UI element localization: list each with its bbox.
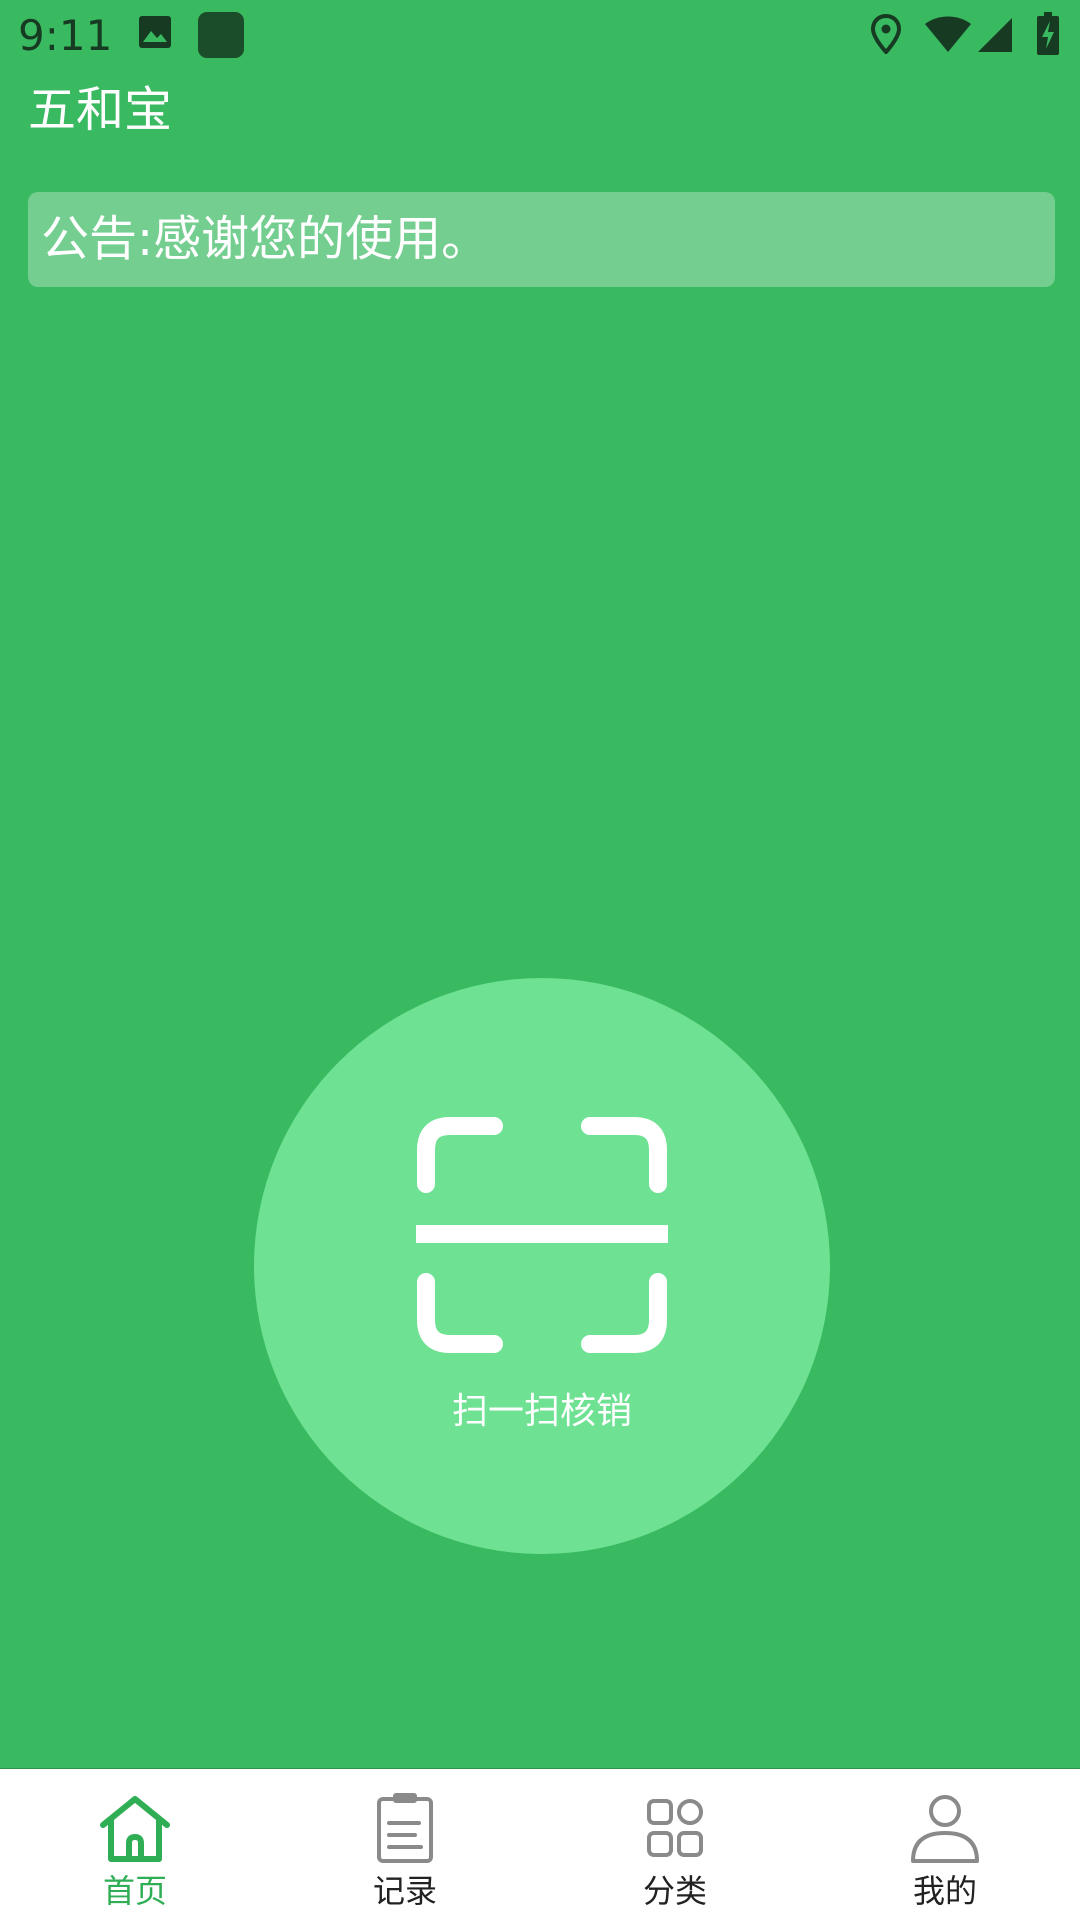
signal-icon: [978, 18, 1012, 52]
bottom-nav: 首页 记录 分类 我的: [0, 1768, 1080, 1920]
clipboard-icon: [377, 1793, 433, 1863]
tab-records[interactable]: 记录: [270, 1769, 540, 1920]
wifi-icon: [925, 16, 971, 52]
tab-mine-label: 我的: [912, 1872, 977, 1910]
category-grid-icon: [647, 1799, 703, 1857]
tab-category[interactable]: 分类: [540, 1769, 810, 1920]
location-icon: [870, 14, 902, 54]
tab-home[interactable]: 首页: [0, 1769, 270, 1920]
app-title: 五和宝: [28, 82, 173, 138]
app-square-icon: [198, 12, 244, 58]
status-bar: 9:11: [0, 0, 1080, 72]
tab-home-label: 首页: [102, 1872, 167, 1910]
scan-button[interactable]: 扫一扫核销: [254, 978, 830, 1554]
status-time: 9:11: [18, 11, 113, 60]
user-icon: [911, 1795, 979, 1863]
battery-charging-icon: [1037, 12, 1059, 55]
image-icon: [139, 16, 171, 48]
home-icon: [100, 1796, 170, 1862]
tab-category-label: 分类: [642, 1872, 707, 1910]
scan-icon: [416, 1117, 668, 1353]
tab-mine[interactable]: 我的: [810, 1769, 1080, 1920]
scan-label: 扫一扫核销: [451, 1391, 632, 1432]
tab-records-label: 记录: [372, 1872, 437, 1910]
notice-banner: 公告:感谢您的使用。: [28, 192, 1055, 287]
